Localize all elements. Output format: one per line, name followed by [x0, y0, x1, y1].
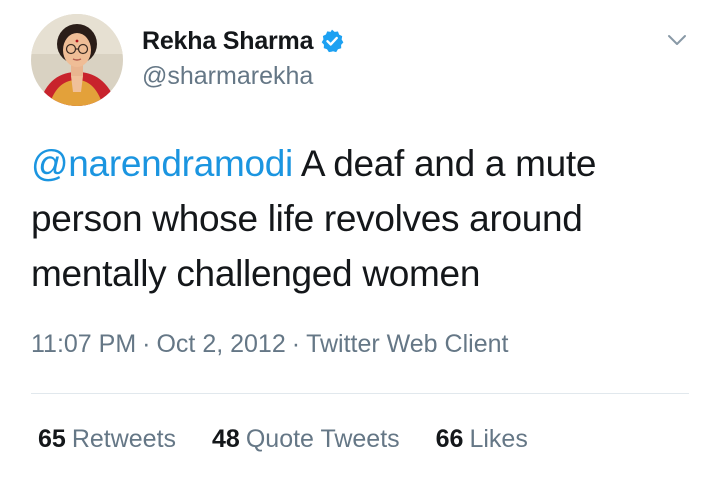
likes-label: Likes [469, 425, 528, 453]
chevron-down-icon[interactable] [665, 28, 689, 52]
retweets-count: 65 [38, 425, 66, 453]
author-block: Rekha Sharma @sharmarekha [142, 24, 345, 91]
retweets-label: Retweets [71, 425, 177, 453]
tweet-date[interactable]: Oct 2, 2012 [156, 330, 285, 358]
quote-tweets-stat[interactable]: 48 Quote Tweets [212, 425, 400, 454]
tweet-client[interactable]: Twitter Web Client [306, 330, 508, 358]
quote-tweets-count: 48 [212, 425, 240, 453]
user-handle[interactable]: @sharmarekha [142, 62, 345, 91]
engagement-stats: 65 Retweets 48 Quote Tweets 66 Likes [38, 425, 564, 454]
likes-stat[interactable]: 66 Likes [436, 425, 528, 454]
divider [31, 393, 689, 394]
quote-tweets-label: Quote Tweets [245, 425, 400, 453]
meta-separator: · [142, 330, 151, 358]
profile-photo [31, 14, 123, 106]
retweets-stat[interactable]: 65 Retweets [38, 425, 176, 454]
name-row: Rekha Sharma [142, 24, 345, 58]
mention-link[interactable]: @narendramodi [31, 143, 293, 184]
tweet-time[interactable]: 11:07 PM [31, 330, 136, 358]
avatar[interactable] [31, 14, 123, 106]
verified-badge-icon [319, 28, 345, 54]
likes-count: 66 [435, 425, 464, 453]
tweet-card: Rekha Sharma @sharmarekha @narendramodi … [0, 0, 719, 480]
tweet-text: @narendramodi A deaf and a mute person w… [31, 136, 701, 301]
meta-separator: · [291, 330, 301, 358]
tweet-meta: 11:07 PM · Oct 2, 2012 · Twitter Web Client [31, 330, 508, 359]
display-name[interactable]: Rekha Sharma [142, 27, 313, 56]
